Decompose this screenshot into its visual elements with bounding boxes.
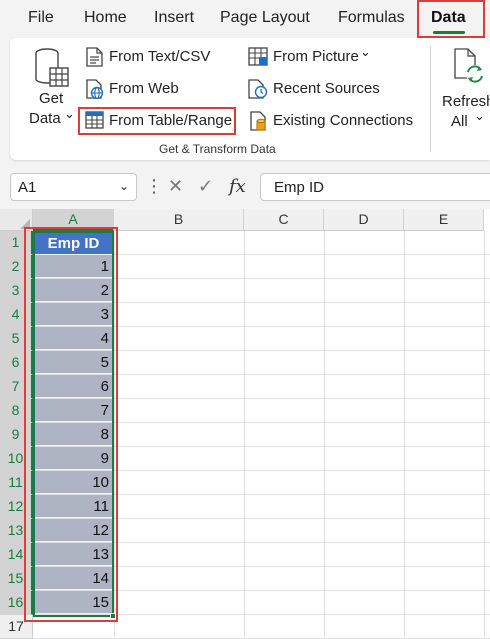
chevron-down-icon: ⌄ xyxy=(474,108,485,123)
table-cell[interactable]: 1 xyxy=(35,255,112,278)
row-header-9[interactable]: 9 xyxy=(0,423,33,447)
row-header-7[interactable]: 7 xyxy=(0,375,33,399)
fill-handle[interactable] xyxy=(110,613,116,619)
select-all-triangle-icon xyxy=(20,219,30,229)
from-picture-label: From Picture xyxy=(273,48,359,65)
tab-formulas[interactable]: Formulas xyxy=(338,9,405,27)
column-header-e[interactable]: E xyxy=(404,209,484,231)
menu-bar: File Home Insert Page Layout Formulas Da… xyxy=(0,0,490,38)
table-cell[interactable]: 9 xyxy=(35,447,112,470)
from-web-label: From Web xyxy=(109,80,179,97)
more-options-icon[interactable]: ⋮ xyxy=(145,176,163,197)
table-cell[interactable]: 3 xyxy=(35,303,112,326)
table-cell[interactable]: 5 xyxy=(35,351,112,374)
grid-row-line xyxy=(33,614,490,615)
row-header-5[interactable]: 5 xyxy=(0,327,33,351)
chevron-down-icon: ⌄ xyxy=(360,44,371,59)
tab-home[interactable]: Home xyxy=(84,9,127,27)
chevron-down-icon: ⌄ xyxy=(64,106,75,121)
refresh-all-label-2: All xyxy=(451,113,468,130)
ribbon-separator xyxy=(430,46,431,152)
formula-content: Emp ID xyxy=(274,179,325,196)
fx-icon[interactable]: fx xyxy=(229,176,246,197)
table-cell[interactable]: 6 xyxy=(35,375,112,398)
grid-column-line xyxy=(114,231,115,639)
row-header-12[interactable]: 12 xyxy=(0,495,33,519)
row-header-4[interactable]: 4 xyxy=(0,303,33,327)
cancel-icon[interactable]: ✕ xyxy=(168,176,183,197)
table-cell[interactable]: 14 xyxy=(35,567,112,590)
grid-column-line xyxy=(244,231,245,639)
name-box[interactable]: A1 ⌄ xyxy=(10,173,137,201)
grid-column-line xyxy=(484,231,485,639)
table-cell[interactable]: 2 xyxy=(35,279,112,302)
column-header-c[interactable]: C xyxy=(244,209,324,231)
from-text-csv-label: From Text/CSV xyxy=(109,48,211,65)
row-header-10[interactable]: 10 xyxy=(0,447,33,471)
get-data-label-2: Data xyxy=(29,110,61,127)
column-header-a[interactable]: A xyxy=(33,209,114,231)
web-globe-icon xyxy=(86,79,104,99)
row-header-8[interactable]: 8 xyxy=(0,399,33,423)
enter-icon[interactable]: ✓ xyxy=(198,176,213,197)
get-data-database-icon xyxy=(35,48,69,87)
grid-column-line xyxy=(324,231,325,639)
picture-icon xyxy=(248,47,268,66)
text-file-icon xyxy=(86,47,103,67)
get-data-label-1: Get xyxy=(39,90,64,107)
column-header-b[interactable]: B xyxy=(114,209,244,231)
table-cell[interactable]: 10 xyxy=(35,471,112,494)
table-cell[interactable]: 8 xyxy=(35,423,112,446)
row-header-14[interactable]: 14 xyxy=(0,543,33,567)
row-header-15[interactable]: 15 xyxy=(0,567,33,591)
column-header-d[interactable]: D xyxy=(324,209,404,231)
tab-data[interactable]: Data xyxy=(431,9,466,27)
chevron-down-icon[interactable]: ⌄ xyxy=(119,179,129,193)
row-header-6[interactable]: 6 xyxy=(0,351,33,375)
name-box-value: A1 xyxy=(18,179,37,196)
recent-sources-label: Recent Sources xyxy=(273,80,380,97)
row-header-3[interactable]: 3 xyxy=(0,279,33,303)
existing-connections-label: Existing Connections xyxy=(273,112,414,129)
active-tab-indicator xyxy=(433,31,465,34)
row-header-16[interactable]: 16 xyxy=(0,591,33,615)
formula-input[interactable]: Emp ID xyxy=(260,173,490,201)
table-header-cell[interactable]: Emp ID xyxy=(35,232,112,255)
refresh-icon xyxy=(454,48,484,83)
row-header-2[interactable]: 2 xyxy=(0,255,33,279)
tab-page-layout[interactable]: Page Layout xyxy=(220,9,310,27)
table-cell[interactable]: 15 xyxy=(35,591,112,614)
recent-sources-icon xyxy=(248,79,268,99)
table-cell[interactable]: 13 xyxy=(35,543,112,566)
table-cell[interactable]: 12 xyxy=(35,519,112,542)
from-table-range-label: From Table/Range xyxy=(109,112,233,129)
row-header-13[interactable]: 13 xyxy=(0,519,33,543)
grid-column-line xyxy=(404,231,405,639)
ribbon-group-label: Get & Transform Data xyxy=(159,142,276,156)
row-header-11[interactable]: 11 xyxy=(0,471,33,495)
table-cell[interactable]: 4 xyxy=(35,327,112,350)
row-header-17[interactable]: 17 xyxy=(0,615,33,639)
tab-insert[interactable]: Insert xyxy=(154,9,194,27)
table-cell[interactable]: 7 xyxy=(35,399,112,422)
row-header-1[interactable]: 1 xyxy=(0,231,33,255)
table-cell[interactable]: 11 xyxy=(35,495,112,518)
tab-file[interactable]: File xyxy=(28,9,54,27)
existing-connections-icon xyxy=(250,111,266,131)
table-icon xyxy=(85,111,104,129)
